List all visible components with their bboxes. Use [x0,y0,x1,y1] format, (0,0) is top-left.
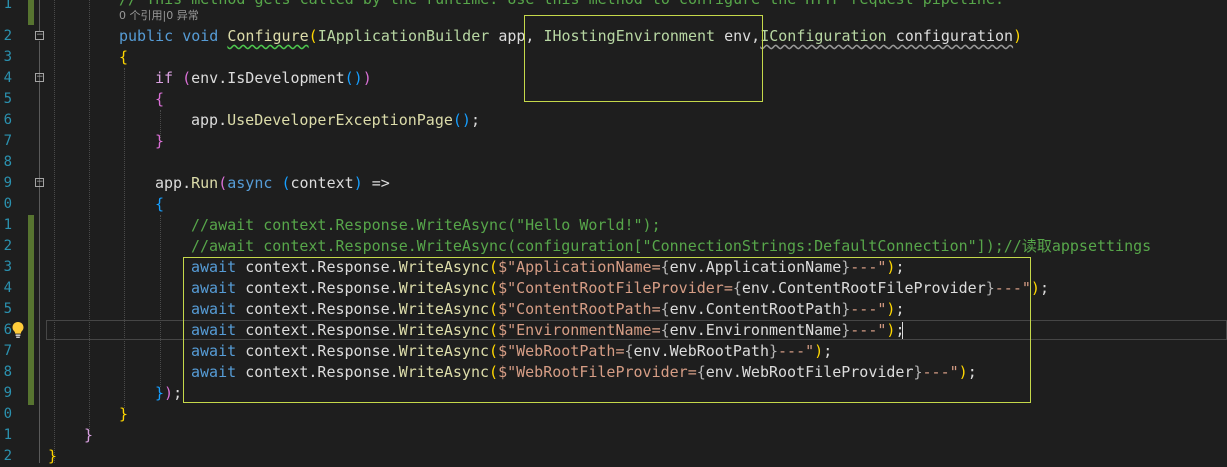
lightbulb-icon[interactable] [11,321,25,339]
code-line-if: if (env.IsDevelopment()) [155,69,372,87]
indent-guide [124,68,125,408]
line-number: 2 [3,28,12,44]
line-number: 6 [3,112,12,128]
indent-guide [160,215,161,387]
method-name: Run [191,174,219,192]
code-expression: app. [191,111,228,129]
collapse-icon[interactable]: − [35,73,44,82]
line-number: 5 [3,91,12,107]
code-comment: //await context.Response.WriteAsync(conf… [191,237,1152,255]
param-name: configuration [895,27,1014,45]
code-brace: } [155,132,165,150]
outline-line [39,41,40,463]
method-name: Configure [227,27,309,45]
line-number: 2 [3,448,12,463]
code-expression: app. [155,174,192,192]
code-comment: // This method gets called by the runtim… [119,0,1004,10]
line-number: 0 [3,196,12,212]
line-number: 3 [3,49,12,65]
line-number: 4 [3,70,12,86]
method-name: UseDeveloperExceptionPage [227,111,453,129]
change-indicator [28,0,34,25]
line-number: 1 [3,427,12,443]
code-keyword: async [227,174,273,192]
code-brace: } [119,405,129,423]
param-name: context [290,174,354,192]
line-number: 8 [3,154,12,170]
change-indicator [28,215,34,405]
code-comment: //await context.Response.WriteAsync("Hel… [191,216,661,234]
line-number: 7 [3,343,12,359]
code-line-dev: app.UseDeveloperExceptionPage(); [191,111,480,129]
line-number: 4 [3,280,12,296]
code-line-run-close: }); [155,384,183,402]
outline-line [39,0,40,31]
param-type: IConfiguration [760,27,887,45]
line-number: 3 [3,259,12,275]
code-line-run: app.Run(async (context) => [155,174,390,192]
collapse-icon[interactable]: − [35,31,44,40]
line-number: 0 [3,406,12,422]
param-type: IApplicationBuilder [317,27,490,45]
code-keyword: public void [119,27,219,45]
highlight-box-write-calls [183,257,1031,403]
code-operator: => [371,174,390,192]
codelens-references[interactable]: 0 个引用|0 异常 [119,9,199,23]
code-editor[interactable]: 1 2 3 4 5 6 7 8 9 0 1 2 3 4 5 6 7 8 9 0 … [0,0,1227,465]
code-expression: env.IsDevelopment [191,69,345,87]
line-number: 1 [3,217,12,233]
line-number: 9 [3,175,12,191]
line-number: 1 [3,0,12,12]
code-brace: { [119,48,129,66]
code-brace: } [48,447,58,465]
collapse-icon[interactable]: − [35,178,44,187]
line-number: 2 [3,238,12,254]
line-number: 7 [3,133,12,149]
code-brace: { [155,90,165,108]
indent-guide [54,0,55,463]
code-keyword: if [155,69,174,87]
line-number: 8 [3,364,12,380]
highlight-box-env-param [524,15,763,102]
code-brace: } [84,426,94,444]
line-number-gutter: 1 2 3 4 5 6 7 8 9 0 1 2 3 4 5 6 7 8 9 0 … [0,0,14,463]
line-number: 9 [3,385,12,401]
code-brace: { [155,195,165,213]
line-number: 5 [3,301,12,317]
indent-guide [89,0,90,431]
